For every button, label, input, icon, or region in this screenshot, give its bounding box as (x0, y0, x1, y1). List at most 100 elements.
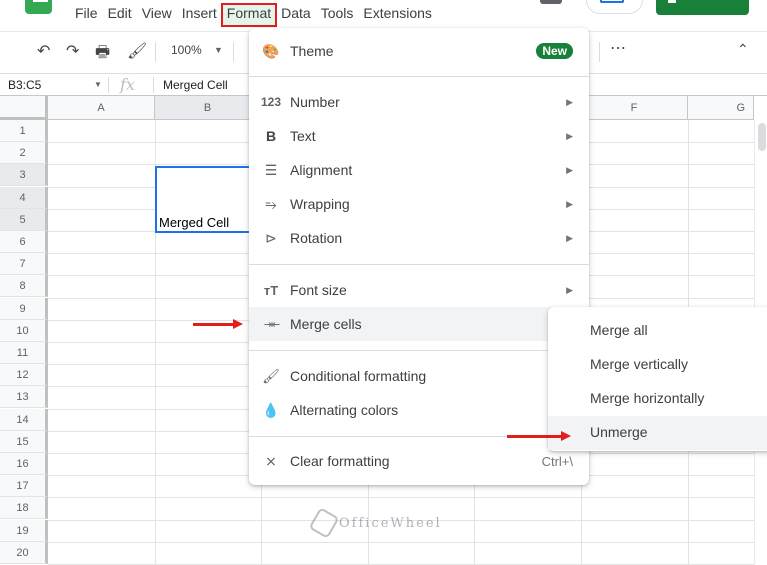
row-header-1[interactable]: 1 (0, 120, 48, 142)
menu-data[interactable]: Data (276, 4, 316, 26)
row-header-3[interactable]: 3 (0, 164, 48, 187)
format-menu-label: Font size (290, 282, 347, 298)
format-menu-clear-formatting[interactable]: ⨯ Clear formatting Ctrl+\ (249, 444, 589, 478)
bold-icon: B (265, 128, 277, 144)
submenu-label: Unmerge (590, 424, 648, 440)
format-menu-rotation[interactable]: ⊳ Rotation ▶ (249, 221, 589, 255)
menu-view[interactable]: View (137, 4, 177, 26)
menu-tools[interactable]: Tools (316, 4, 359, 26)
paint-roller-icon: 🖌 (262, 367, 280, 384)
clear-format-icon: ⨯ (265, 452, 277, 469)
row-header-4[interactable]: 4 (0, 186, 48, 209)
format-menu-text[interactable]: B Text ▶ (249, 119, 589, 153)
format-menu-label: Merge cells (290, 316, 362, 332)
row-header-10[interactable]: 10 (0, 319, 48, 342)
column-header-b[interactable]: B (155, 96, 261, 120)
merged-cell-b3-c5[interactable]: Merged Cell (155, 166, 261, 233)
format-menu-label: Rotation (290, 230, 343, 246)
row-header-20[interactable]: 20 (0, 541, 48, 564)
comment-history-icon[interactable] (540, 0, 562, 4)
format-menu-label: Theme (290, 43, 334, 59)
align-left-icon: ☰ (264, 161, 278, 178)
font-size-icon: тT (263, 282, 279, 298)
row-header-13[interactable]: 13 (0, 386, 48, 409)
fx-icon: fx (120, 75, 135, 94)
print-icon[interactable]: 🖶 (95, 41, 110, 68)
format-menu-alignment[interactable]: ☰ Alignment ▶ (249, 153, 589, 187)
format-menu-theme[interactable]: 🎨 Theme New (249, 34, 589, 68)
row-header-16[interactable]: 16 (0, 453, 48, 475)
zoom-dropdown-icon[interactable]: ▼ (214, 45, 223, 55)
unmerge-option[interactable]: Unmerge (548, 416, 767, 450)
zoom-select[interactable]: 100% (171, 43, 202, 57)
row-header-19[interactable]: 19 (0, 519, 48, 542)
format-menu-font-size[interactable]: тT Font size ▶ (249, 273, 589, 307)
menu-edit[interactable]: Edit (103, 4, 137, 26)
menu-file[interactable]: File (70, 4, 103, 26)
menu-extensions[interactable]: Extensions (358, 4, 436, 26)
row-header-6[interactable]: 6 (0, 231, 48, 253)
row-header-7[interactable]: 7 (0, 253, 48, 276)
formula-divider (108, 77, 109, 93)
format-menu-label: Clear formatting (290, 453, 390, 469)
merge-cells-icon: ⇥⇤ (263, 318, 280, 331)
name-box-dropdown-icon[interactable]: ▼ (94, 80, 102, 89)
meet-button[interactable] (586, 0, 643, 14)
row-header-14[interactable]: 14 (0, 408, 48, 431)
submenu-label: Merge all (590, 322, 648, 338)
formula-divider (153, 77, 154, 93)
format-menu-conditional-formatting[interactable]: 🖌 Conditional formatting (249, 359, 589, 393)
more-options-icon[interactable]: ⋯ (610, 38, 627, 58)
row-header-5[interactable]: 5 (0, 208, 48, 231)
row-gridline (48, 541, 754, 543)
column-header-g[interactable]: G (688, 96, 754, 120)
merge-horizontally-option[interactable]: Merge horizontally (548, 382, 767, 416)
paint-format-icon[interactable]: 🖌 (127, 41, 147, 61)
officewheel-logo-icon (308, 507, 340, 539)
toolbar-divider (233, 42, 234, 62)
merged-cell-text: Merged Cell (159, 215, 230, 230)
submenu-arrow-icon: ▶ (566, 284, 573, 295)
sheets-logo-icon[interactable] (25, 0, 52, 14)
format-menu-merge-cells[interactable]: ⇥⇤ Merge cells (249, 307, 589, 341)
submenu-arrow-icon: ▶ (566, 164, 573, 175)
formula-input[interactable]: Merged Cell (163, 78, 228, 92)
row-header-2[interactable]: 2 (0, 142, 48, 165)
merge-cells-submenu: Merge all Merge vertically Merge horizon… (548, 307, 767, 451)
format-menu-wrapping[interactable]: ⥱ Wrapping ▶ (249, 187, 589, 221)
column-header-a[interactable]: A (48, 96, 155, 120)
palette-icon: 🎨 (262, 42, 280, 59)
collapse-menus-icon[interactable]: ⌃ (737, 41, 749, 58)
toolbar-divider (599, 42, 600, 62)
row-header-8[interactable]: 8 (0, 275, 48, 298)
menu-items: File Edit View Insert Format Data Tools … (70, 3, 437, 27)
row-header-18[interactable]: 18 (0, 497, 48, 520)
row-header-17[interactable]: 17 (0, 475, 48, 498)
undo-icon[interactable]: ↶ (37, 41, 50, 61)
menu-divider (249, 76, 589, 77)
column-header-f[interactable]: F (581, 96, 688, 120)
shortcut-text: Ctrl+\ (541, 453, 573, 469)
menu-format[interactable]: Format (220, 3, 278, 27)
menu-insert[interactable]: Insert (177, 4, 222, 26)
merge-all-option[interactable]: Merge all (548, 314, 767, 348)
menu-divider (249, 350, 589, 351)
row-header-9[interactable]: 9 (0, 297, 48, 320)
new-badge: New (536, 43, 573, 59)
submenu-arrow-icon: ▶ (566, 198, 573, 209)
share-button[interactable] (656, 0, 749, 15)
format-menu-alternating-colors[interactable]: 💧 Alternating colors (249, 393, 589, 427)
row-header-11[interactable]: 11 (0, 342, 48, 364)
redo-icon[interactable]: ↷ (66, 41, 79, 61)
format-menu-label: Alignment (290, 162, 353, 178)
select-all-corner[interactable] (0, 96, 48, 120)
row-header-12[interactable]: 12 (0, 364, 48, 387)
scrollbar-thumb[interactable] (758, 123, 766, 151)
row-header-15[interactable]: 15 (0, 430, 48, 453)
submenu-arrow-icon: ▶ (566, 232, 573, 243)
merge-vertically-option[interactable]: Merge vertically (548, 348, 767, 382)
submenu-arrow-icon: ▶ (566, 130, 573, 141)
name-box[interactable]: B3:C5 (8, 78, 41, 92)
format-menu-number[interactable]: 123 Number ▶ (249, 85, 589, 119)
submenu-label: Merge vertically (590, 356, 689, 372)
